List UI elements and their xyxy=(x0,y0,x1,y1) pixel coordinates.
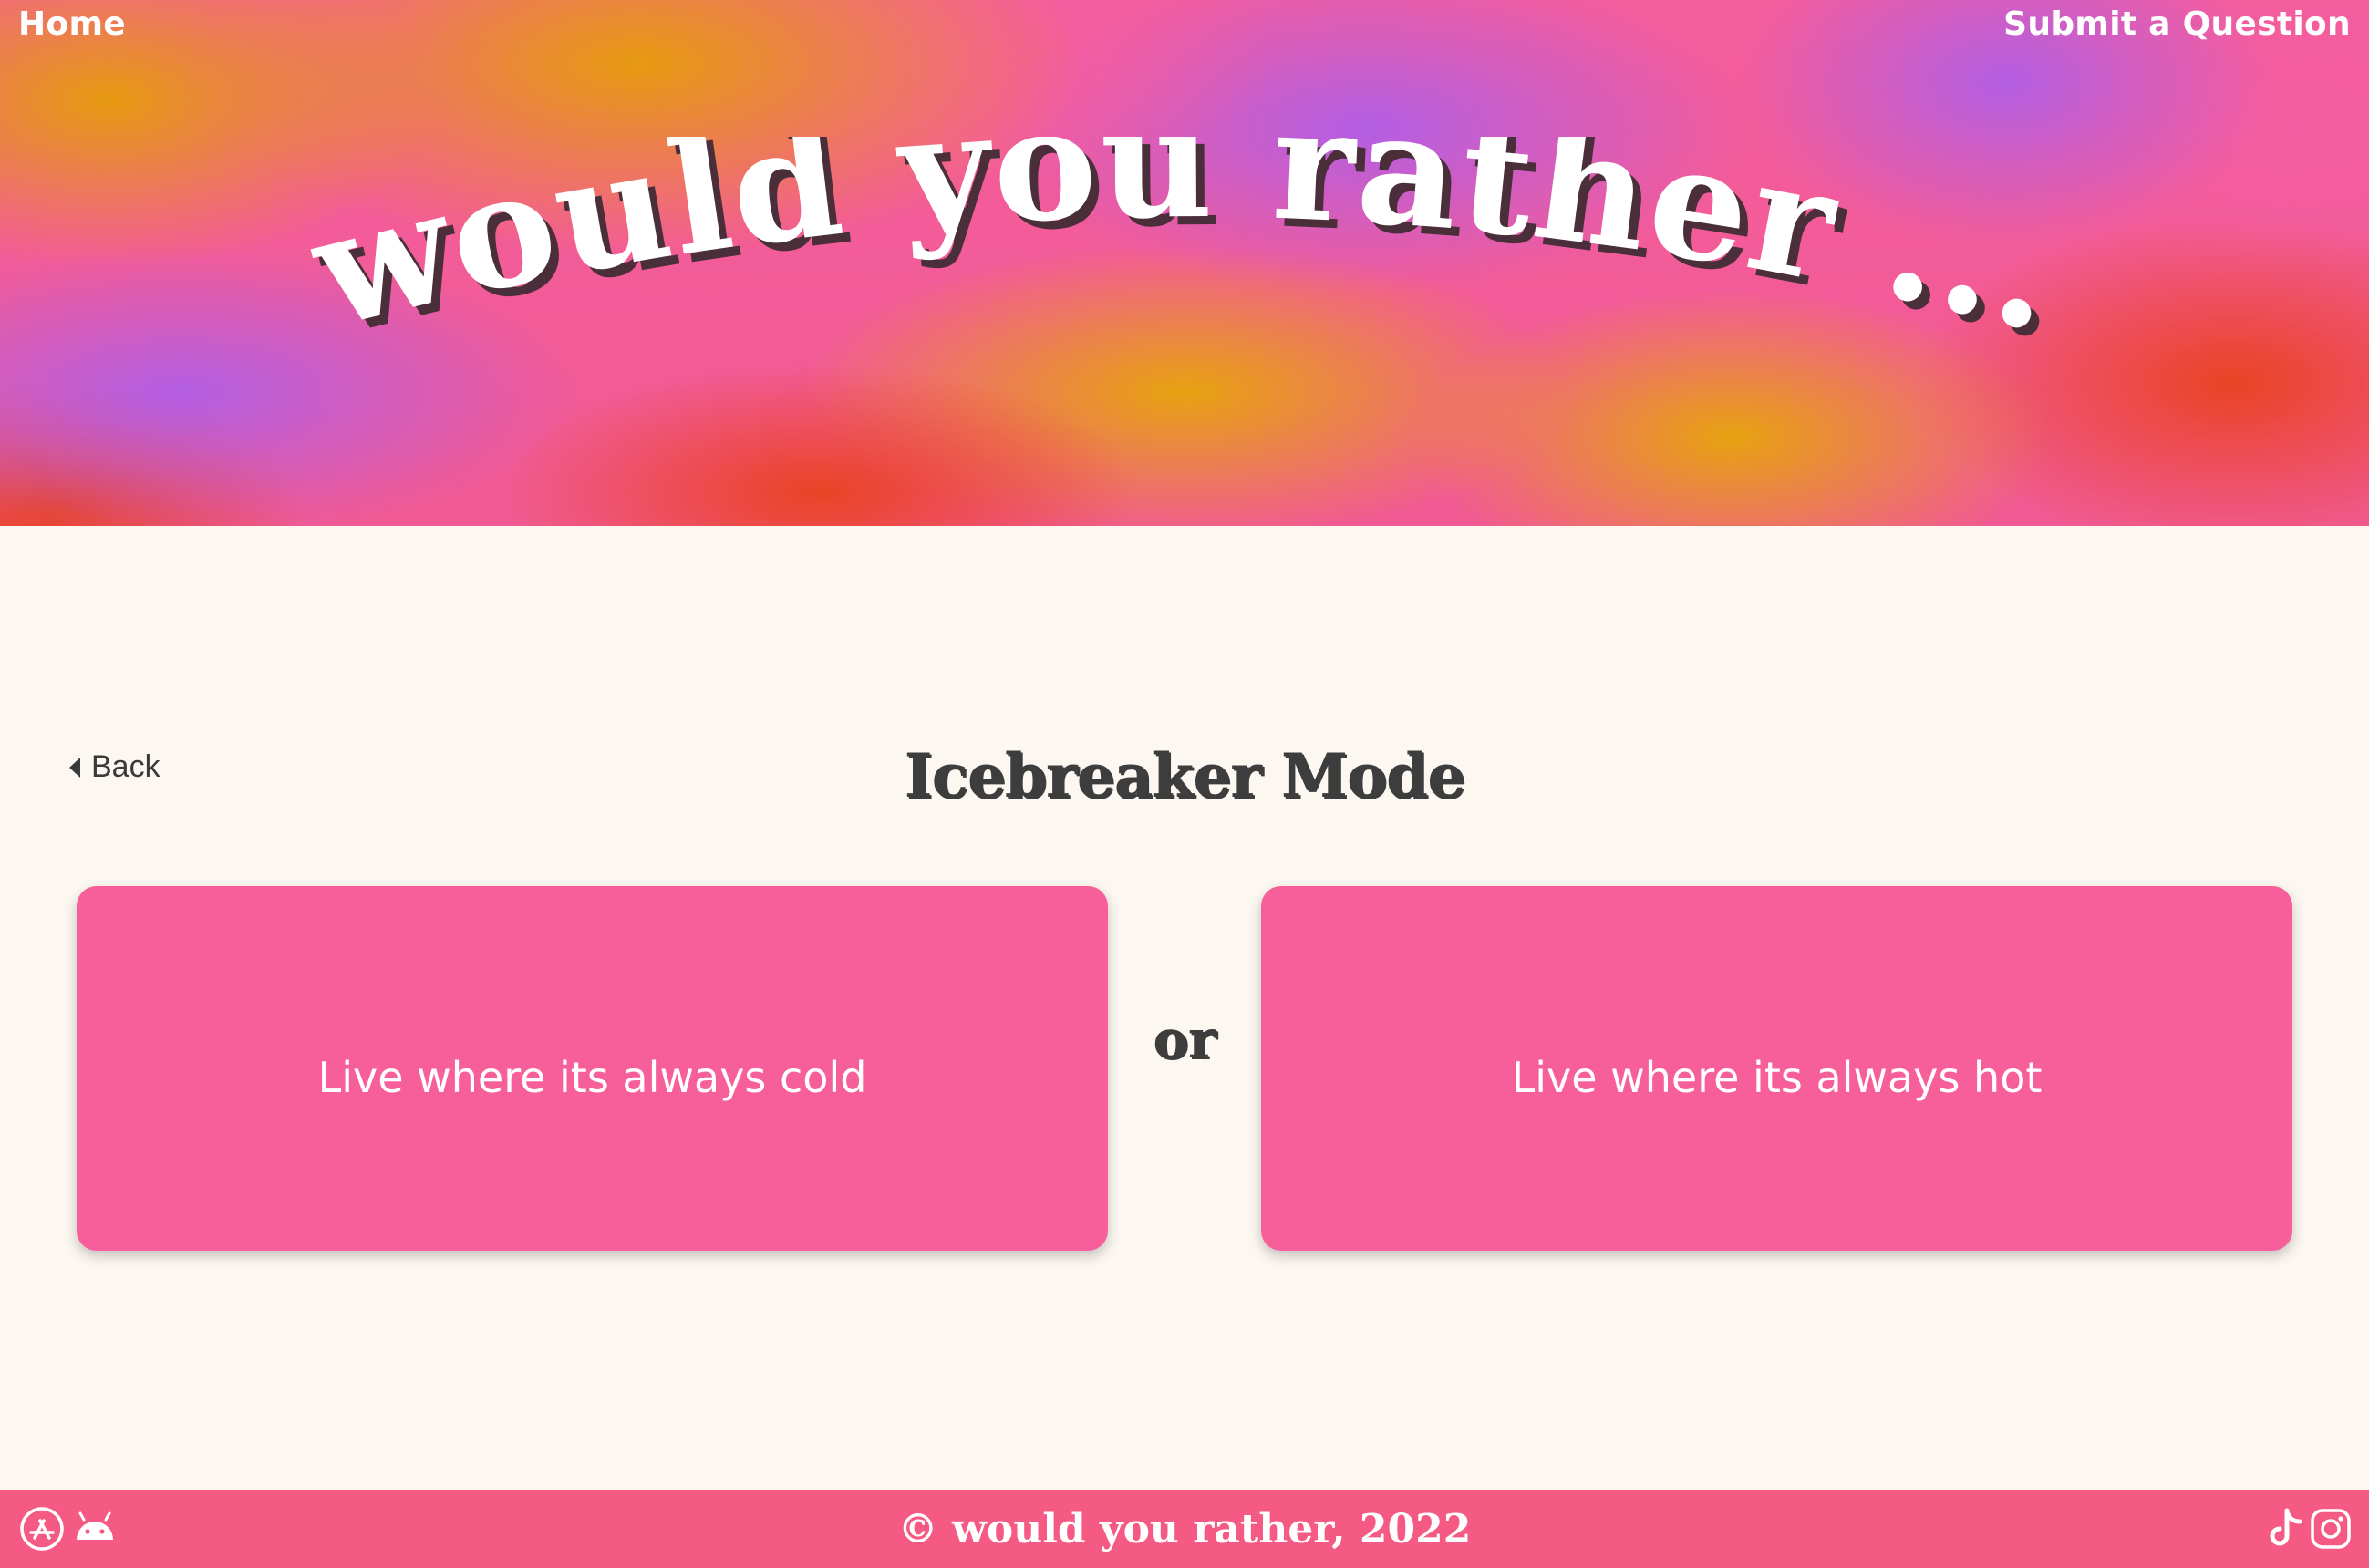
hero-title: would you rather ... would you rather ..… xyxy=(0,137,2369,410)
svg-text:would you rather ...: would you rather ... xyxy=(295,137,2077,368)
option-a-card[interactable]: Live where its always cold xyxy=(77,886,1108,1251)
nav-home-link[interactable]: Home xyxy=(18,5,126,43)
footer: © would you rather, 2022 xyxy=(0,1490,2369,1568)
or-separator: or xyxy=(1153,1008,1216,1070)
page-title: Icebreaker Mode xyxy=(904,740,1465,811)
tiktok-icon[interactable] xyxy=(2261,1505,2309,1553)
option-b-card[interactable]: Live where its always hot xyxy=(1261,886,2292,1251)
hero-banner: Home Submit a Question would you rather … xyxy=(0,0,2369,526)
option-a-text: Live where its always cold xyxy=(317,1053,867,1102)
option-b-text: Live where its always hot xyxy=(1511,1053,2043,1102)
nav-submit-question-link[interactable]: Submit a Question xyxy=(2003,5,2351,43)
hero-title-text: would you rather ... xyxy=(295,137,2075,368)
footer-copyright: © would you rather, 2022 xyxy=(897,1506,1472,1553)
instagram-icon[interactable] xyxy=(2307,1505,2354,1553)
